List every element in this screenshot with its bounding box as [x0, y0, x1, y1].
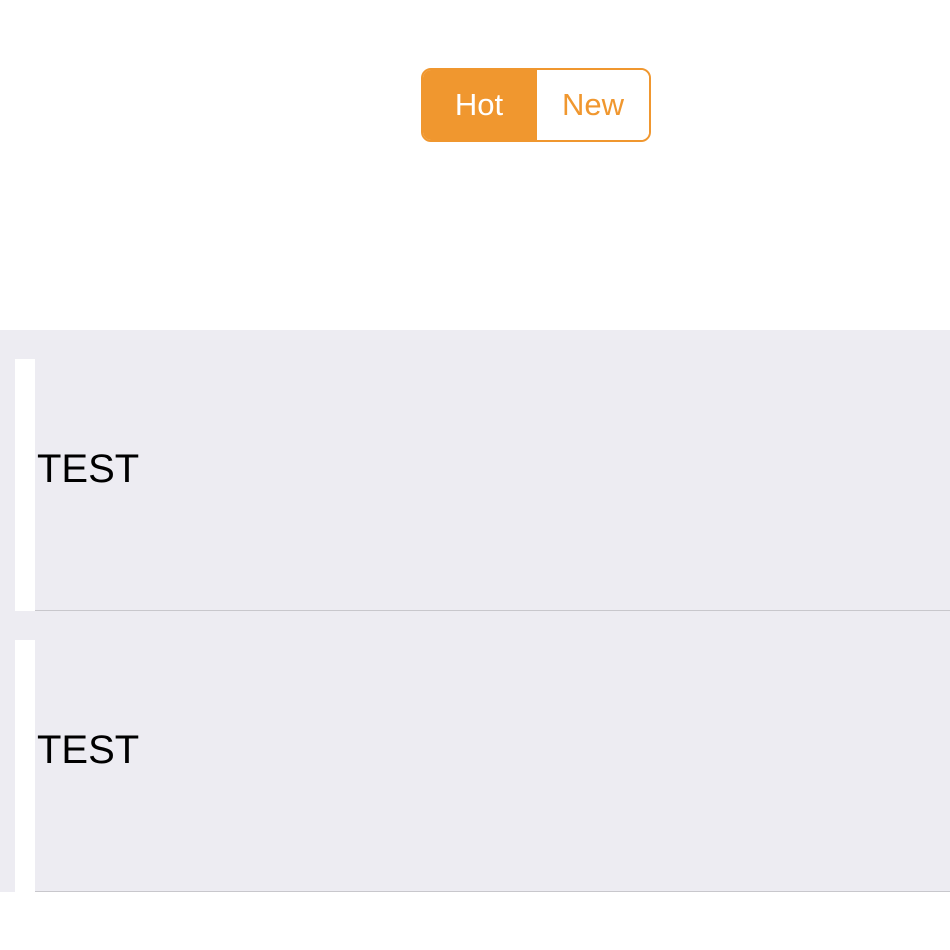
- sort-segmented-control[interactable]: Hot New: [421, 68, 651, 142]
- segment-new[interactable]: New: [535, 70, 649, 140]
- segment-hot[interactable]: Hot: [423, 70, 535, 140]
- list-item[interactable]: TEST: [0, 330, 950, 611]
- list-item-label: TEST: [37, 728, 140, 772]
- item-list: TEST TEST: [0, 330, 950, 892]
- list-item[interactable]: TEST: [0, 611, 950, 892]
- screen: Hot New TEST TEST: [0, 0, 950, 950]
- list-item-label: TEST: [37, 447, 140, 491]
- row-accent-bar: [15, 359, 35, 611]
- row-accent-bar: [15, 640, 35, 892]
- row-divider: [35, 891, 950, 892]
